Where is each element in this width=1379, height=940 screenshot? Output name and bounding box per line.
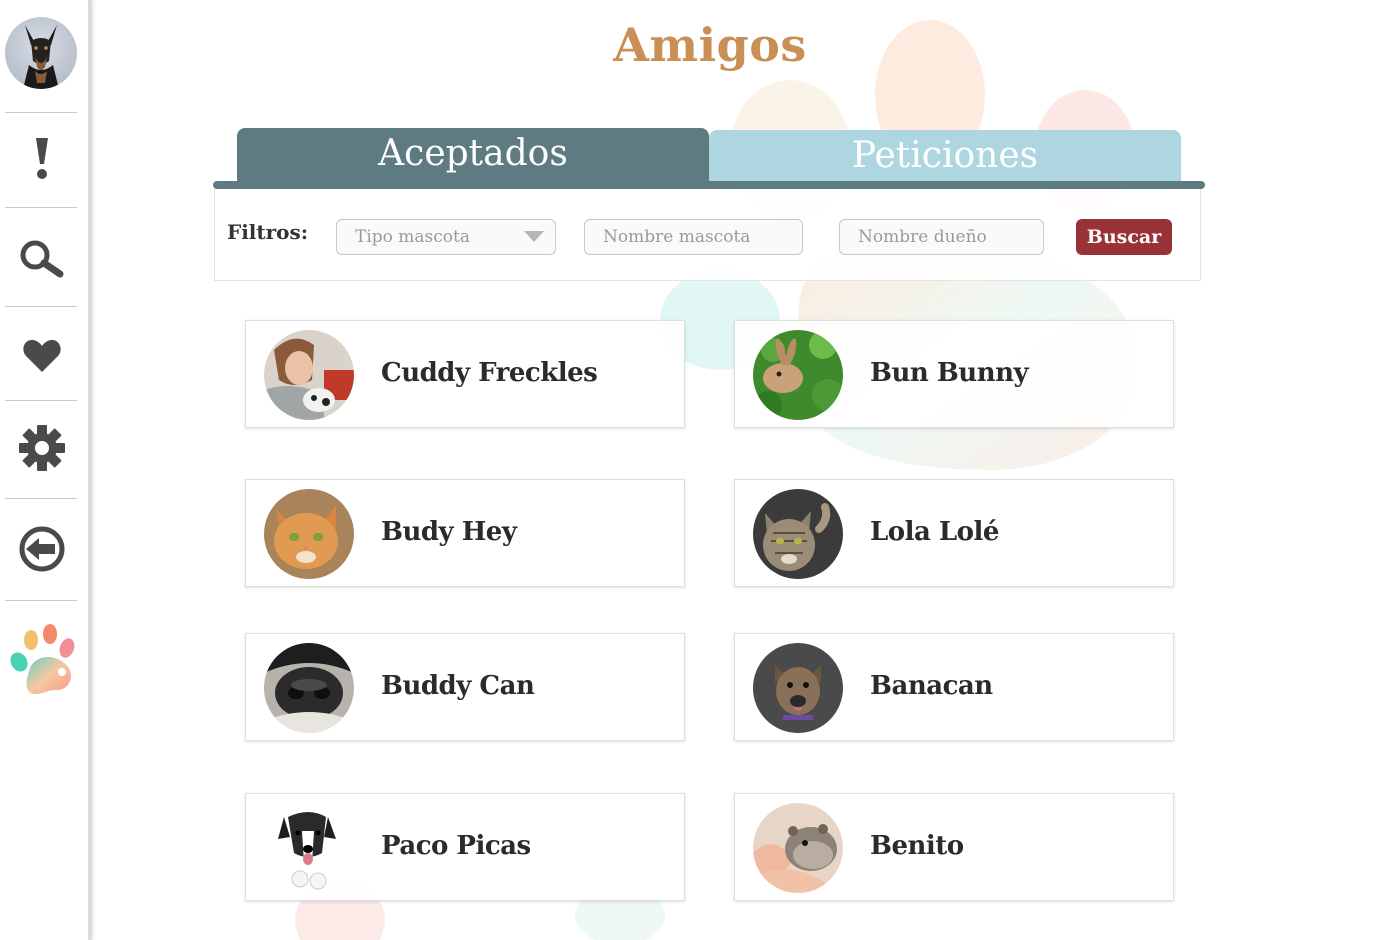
profile-avatar[interactable]: [5, 17, 77, 89]
logout-icon: [19, 526, 65, 572]
friend-photo: [753, 330, 843, 420]
friend-card[interactable]: Paco Picas: [245, 793, 685, 901]
friend-photo: [264, 489, 354, 579]
page-title: Amigos: [613, 18, 807, 72]
heart-icon: [23, 339, 61, 372]
sidebar: [0, 0, 92, 940]
gear-icon: [19, 425, 65, 471]
sidebar-divider: [5, 112, 77, 113]
friend-name: Bun Bunny: [870, 358, 1029, 388]
orange-cat-photo: [264, 489, 354, 579]
friend-name: Lola Lolé: [870, 517, 999, 547]
friend-photo: [753, 489, 843, 579]
friend-card[interactable]: Budy Hey: [245, 479, 685, 587]
friend-photo: [264, 803, 354, 893]
tab-underline: [213, 181, 1205, 189]
sidebar-item-favorites[interactable]: [12, 326, 72, 386]
woman-with-dog-photo: [264, 330, 354, 420]
friend-card[interactable]: Lola Lolé: [734, 479, 1174, 587]
friend-name: Benito: [870, 831, 964, 861]
terrier-dog-photo: [753, 643, 843, 733]
friend-photo: [753, 803, 843, 893]
sidebar-divider: [5, 400, 77, 401]
sidebar-item-home-logo[interactable]: [4, 622, 80, 698]
sidebar-item-settings[interactable]: [12, 418, 72, 478]
sidebar-item-logout[interactable]: [12, 519, 72, 579]
friend-name: Budy Hey: [381, 517, 517, 547]
friend-name: Paco Picas: [381, 831, 531, 861]
sidebar-item-notifications[interactable]: [12, 128, 72, 188]
friend-card[interactable]: Benito: [734, 793, 1174, 901]
owner-name-input[interactable]: [839, 219, 1044, 255]
friend-name: Buddy Can: [381, 671, 535, 701]
search-button[interactable]: Buscar: [1076, 219, 1172, 255]
friend-photo: [264, 330, 354, 420]
tab-aceptados[interactable]: Aceptados: [237, 128, 709, 182]
sidebar-divider: [5, 600, 77, 601]
sidebar-divider: [5, 498, 77, 499]
pet-name-input[interactable]: [584, 219, 803, 255]
friend-card[interactable]: Buddy Can: [245, 633, 685, 741]
friend-name: Cuddy Freckles: [381, 358, 598, 388]
friend-photo: [753, 643, 843, 733]
hamster-photo: [753, 803, 843, 893]
search-icon: [20, 240, 64, 278]
dog-avatar-icon: [23, 25, 59, 89]
dog-nose-photo: [264, 643, 354, 733]
tabby-cat-photo: [753, 489, 843, 579]
friend-name: Banacan: [870, 671, 993, 701]
chevron-down-icon: [524, 231, 544, 242]
friend-card[interactable]: Bun Bunny: [734, 320, 1174, 428]
friend-card[interactable]: Banacan: [734, 633, 1174, 741]
filter-label: Filtros:: [227, 220, 309, 244]
sidebar-item-search[interactable]: [12, 228, 72, 288]
exclamation-icon: [36, 138, 48, 179]
rabbit-photo: [753, 330, 843, 420]
sidebar-divider: [5, 207, 77, 208]
friend-card[interactable]: Cuddy Freckles: [245, 320, 685, 428]
sidebar-divider: [5, 306, 77, 307]
puppy-photo: [264, 803, 354, 893]
tab-peticiones[interactable]: Peticiones: [709, 130, 1181, 182]
paw-logo-icon: [10, 624, 75, 694]
friend-photo: [264, 643, 354, 733]
pet-type-select[interactable]: Tipo mascota: [336, 219, 556, 255]
